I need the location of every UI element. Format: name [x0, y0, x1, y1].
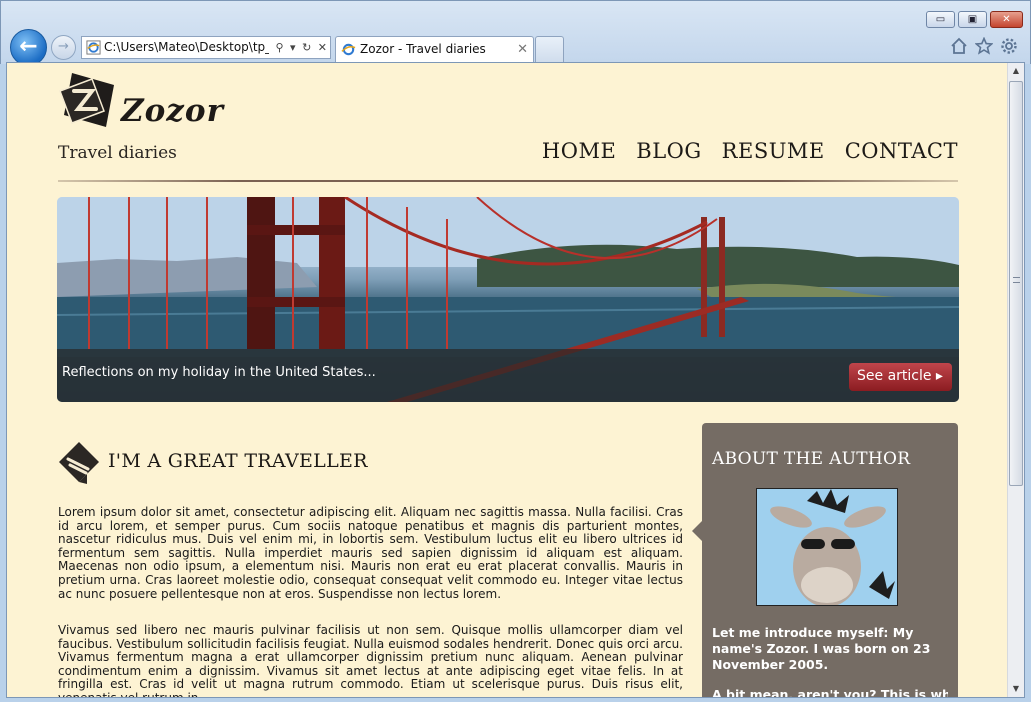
- close-window-button[interactable]: ✕: [990, 11, 1023, 28]
- nav-home[interactable]: HOME: [542, 139, 616, 163]
- address-text: C:\Users\Mateo\Desktop\tp_f: [104, 40, 276, 54]
- dropdown-icon[interactable]: ▾: [290, 41, 296, 54]
- scroll-down-icon[interactable]: ▼: [1008, 681, 1024, 697]
- tab-title: Zozor - Travel diaries: [360, 42, 486, 56]
- zozor-logo-icon: [59, 73, 114, 127]
- nav-contact[interactable]: CONTACT: [845, 139, 958, 163]
- star-icon[interactable]: [974, 36, 994, 57]
- back-button[interactable]: ←: [10, 29, 47, 66]
- ie-page-icon: [86, 40, 101, 55]
- vertical-scrollbar[interactable]: ▲ ▼: [1007, 63, 1024, 697]
- article-heading-icon: [59, 442, 99, 484]
- search-icon[interactable]: ⚲: [275, 41, 283, 54]
- gear-icon[interactable]: [999, 37, 1019, 57]
- refresh-icon[interactable]: ↻: [302, 41, 311, 54]
- ie-tab-icon: [341, 43, 356, 56]
- aside-pointer: [692, 521, 702, 541]
- forward-button[interactable]: →: [51, 35, 76, 60]
- article-paragraph: Vivamus sed libero nec mauris pulvinar f…: [58, 623, 683, 698]
- site-title: Zozor: [121, 93, 224, 129]
- banner-caption: Reflections on my holiday in the United …: [62, 365, 376, 380]
- scroll-grip-icon: [1013, 277, 1020, 283]
- scroll-up-icon[interactable]: ▲: [1008, 63, 1024, 79]
- author-more: A bit mean, aren't you? This is why I: [712, 687, 948, 698]
- page-viewport: Zozor Travel diaries HOME BLOG RESUME CO…: [6, 62, 1025, 698]
- browser-chrome: ▭ ▣ ✕ ← → C:\Users\Mateo\Desktop\tp_f ⚲ …: [0, 0, 1031, 66]
- new-tab-button[interactable]: [535, 36, 564, 63]
- header-divider: [58, 180, 958, 182]
- tab-close-icon[interactable]: ✕: [517, 37, 528, 62]
- main-nav: HOME BLOG RESUME CONTACT: [542, 139, 958, 163]
- article-heading: I'M A GREAT TRAVELLER: [108, 450, 368, 472]
- maximize-button[interactable]: ▣: [958, 11, 987, 28]
- banner: Reflections on my holiday in the United …: [57, 197, 959, 402]
- address-tools: ⚲ ▾ ↻ ✕: [269, 37, 327, 58]
- nav-resume[interactable]: RESUME: [722, 139, 825, 163]
- scroll-thumb[interactable]: [1009, 81, 1023, 486]
- author-intro: Let me introduce myself: My name's Zozor…: [712, 625, 931, 672]
- stop-icon[interactable]: ✕: [318, 41, 327, 54]
- nav-blog[interactable]: BLOG: [636, 139, 701, 163]
- see-article-button[interactable]: See article ▸: [849, 363, 952, 391]
- site-tagline: Travel diaries: [58, 143, 177, 163]
- tab-zozor[interactable]: Zozor - Travel diaries ✕: [335, 36, 534, 63]
- home-icon[interactable]: [949, 37, 969, 57]
- about-author-panel: ABOUT THE AUTHOR Let me introduce myself…: [702, 423, 958, 698]
- address-bar[interactable]: C:\Users\Mateo\Desktop\tp_f ⚲ ▾ ↻ ✕: [81, 36, 331, 59]
- website: Zozor Travel diaries HOME BLOG RESUME CO…: [7, 63, 1008, 698]
- minimize-button[interactable]: ▭: [926, 11, 955, 28]
- article-paragraph: Lorem ipsum dolor sit amet, consectetur …: [58, 505, 683, 601]
- author-avatar: [756, 488, 898, 606]
- aside-title: ABOUT THE AUTHOR: [712, 449, 911, 469]
